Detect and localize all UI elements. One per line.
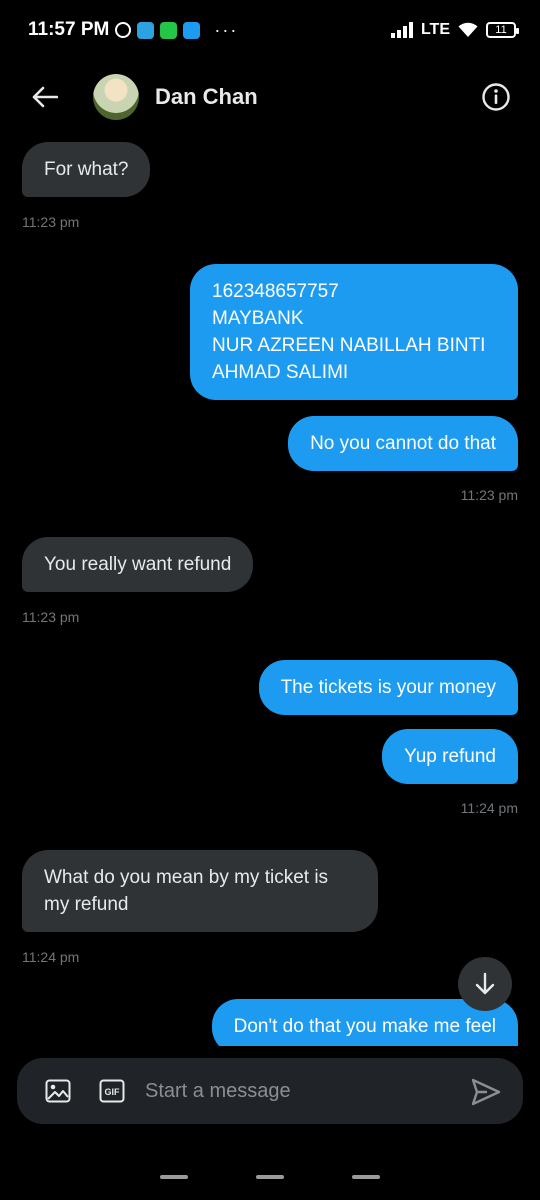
message-text-line: AHMAD SALIMI bbox=[212, 362, 349, 383]
system-navigation-bar bbox=[0, 1160, 540, 1200]
arrow-down-icon bbox=[475, 972, 495, 995]
twitter-icon bbox=[183, 21, 201, 39]
message-list[interactable]: For what? 11:23 pm 162348657757 MAYBANK … bbox=[0, 132, 540, 1046]
message-timestamp: 11:24 pm bbox=[22, 949, 80, 965]
outgoing-message[interactable]: The tickets is your money bbox=[258, 660, 518, 715]
message-text-line: 162348657757 bbox=[212, 281, 339, 302]
message-timestamp: 11:23 pm bbox=[460, 487, 518, 503]
message-text: Don't do that you make me feel bbox=[233, 1016, 496, 1037]
message-composer: GIF bbox=[17, 1058, 523, 1124]
info-button[interactable] bbox=[480, 81, 512, 113]
image-icon bbox=[45, 1079, 71, 1103]
add-photo-button[interactable] bbox=[45, 1079, 71, 1103]
scroll-to-bottom-button[interactable] bbox=[458, 957, 512, 1011]
incoming-message[interactable]: What do you mean by my ticket is my refu… bbox=[22, 850, 378, 932]
signal-icon bbox=[390, 22, 413, 38]
message-text: Yup refund bbox=[404, 746, 496, 767]
message-text: The tickets is your money bbox=[280, 677, 496, 698]
message-text-line: my refund bbox=[44, 894, 129, 915]
message-app-icon bbox=[160, 21, 178, 39]
status-system-icons: LTE 11 bbox=[390, 21, 519, 39]
battery-indicator: 11 bbox=[486, 22, 519, 38]
message-input[interactable] bbox=[145, 1076, 445, 1106]
message-text-line: What do you mean by my ticket is bbox=[44, 867, 329, 888]
message-text-line: MAYBANK bbox=[212, 308, 304, 329]
more-notifications-icon: ··· bbox=[214, 19, 239, 40]
outgoing-message[interactable]: No you cannot do that bbox=[288, 416, 518, 471]
contact-avatar[interactable] bbox=[93, 74, 139, 120]
nav-menu-button[interactable] bbox=[160, 1175, 188, 1179]
message-text: For what? bbox=[44, 159, 129, 180]
add-gif-button[interactable]: GIF bbox=[99, 1079, 125, 1103]
telegram-icon bbox=[137, 21, 155, 39]
nav-home-button[interactable] bbox=[256, 1175, 284, 1179]
incoming-message[interactable]: For what? bbox=[22, 142, 151, 197]
conversation-header: Dan Chan bbox=[0, 62, 540, 132]
nav-back-button[interactable] bbox=[352, 1175, 380, 1179]
message-timestamp: 11:23 pm bbox=[22, 609, 80, 625]
alarm-icon bbox=[115, 22, 132, 38]
status-bar: 11:57 PM ··· LTE 11 bbox=[0, 0, 540, 60]
info-icon bbox=[482, 83, 510, 111]
status-notification-icons: ··· bbox=[115, 20, 238, 41]
incoming-message[interactable]: You really want refund bbox=[22, 537, 254, 592]
back-arrow-icon bbox=[32, 86, 58, 108]
back-button[interactable] bbox=[28, 80, 62, 114]
message-timestamp: 11:24 pm bbox=[460, 800, 518, 816]
message-timestamp: 11:23 pm bbox=[22, 214, 80, 230]
status-time: 11:57 PM bbox=[28, 19, 110, 40]
wifi-icon bbox=[458, 22, 478, 37]
message-text: No you cannot do that bbox=[310, 433, 496, 454]
outgoing-message[interactable]: 162348657757 MAYBANK NUR AZREEN NABILLAH… bbox=[190, 264, 518, 400]
outgoing-message[interactable]: Yup refund bbox=[382, 729, 518, 784]
contact-name[interactable]: Dan Chan bbox=[155, 84, 258, 110]
message-text: You really want refund bbox=[44, 554, 232, 575]
network-type: LTE bbox=[420, 21, 450, 38]
gif-icon: GIF bbox=[99, 1079, 125, 1103]
svg-text:GIF: GIF bbox=[105, 1087, 121, 1097]
send-button[interactable] bbox=[471, 1078, 501, 1106]
send-icon bbox=[471, 1078, 501, 1106]
message-text-line: NUR AZREEN NABILLAH BINTI bbox=[212, 335, 486, 356]
